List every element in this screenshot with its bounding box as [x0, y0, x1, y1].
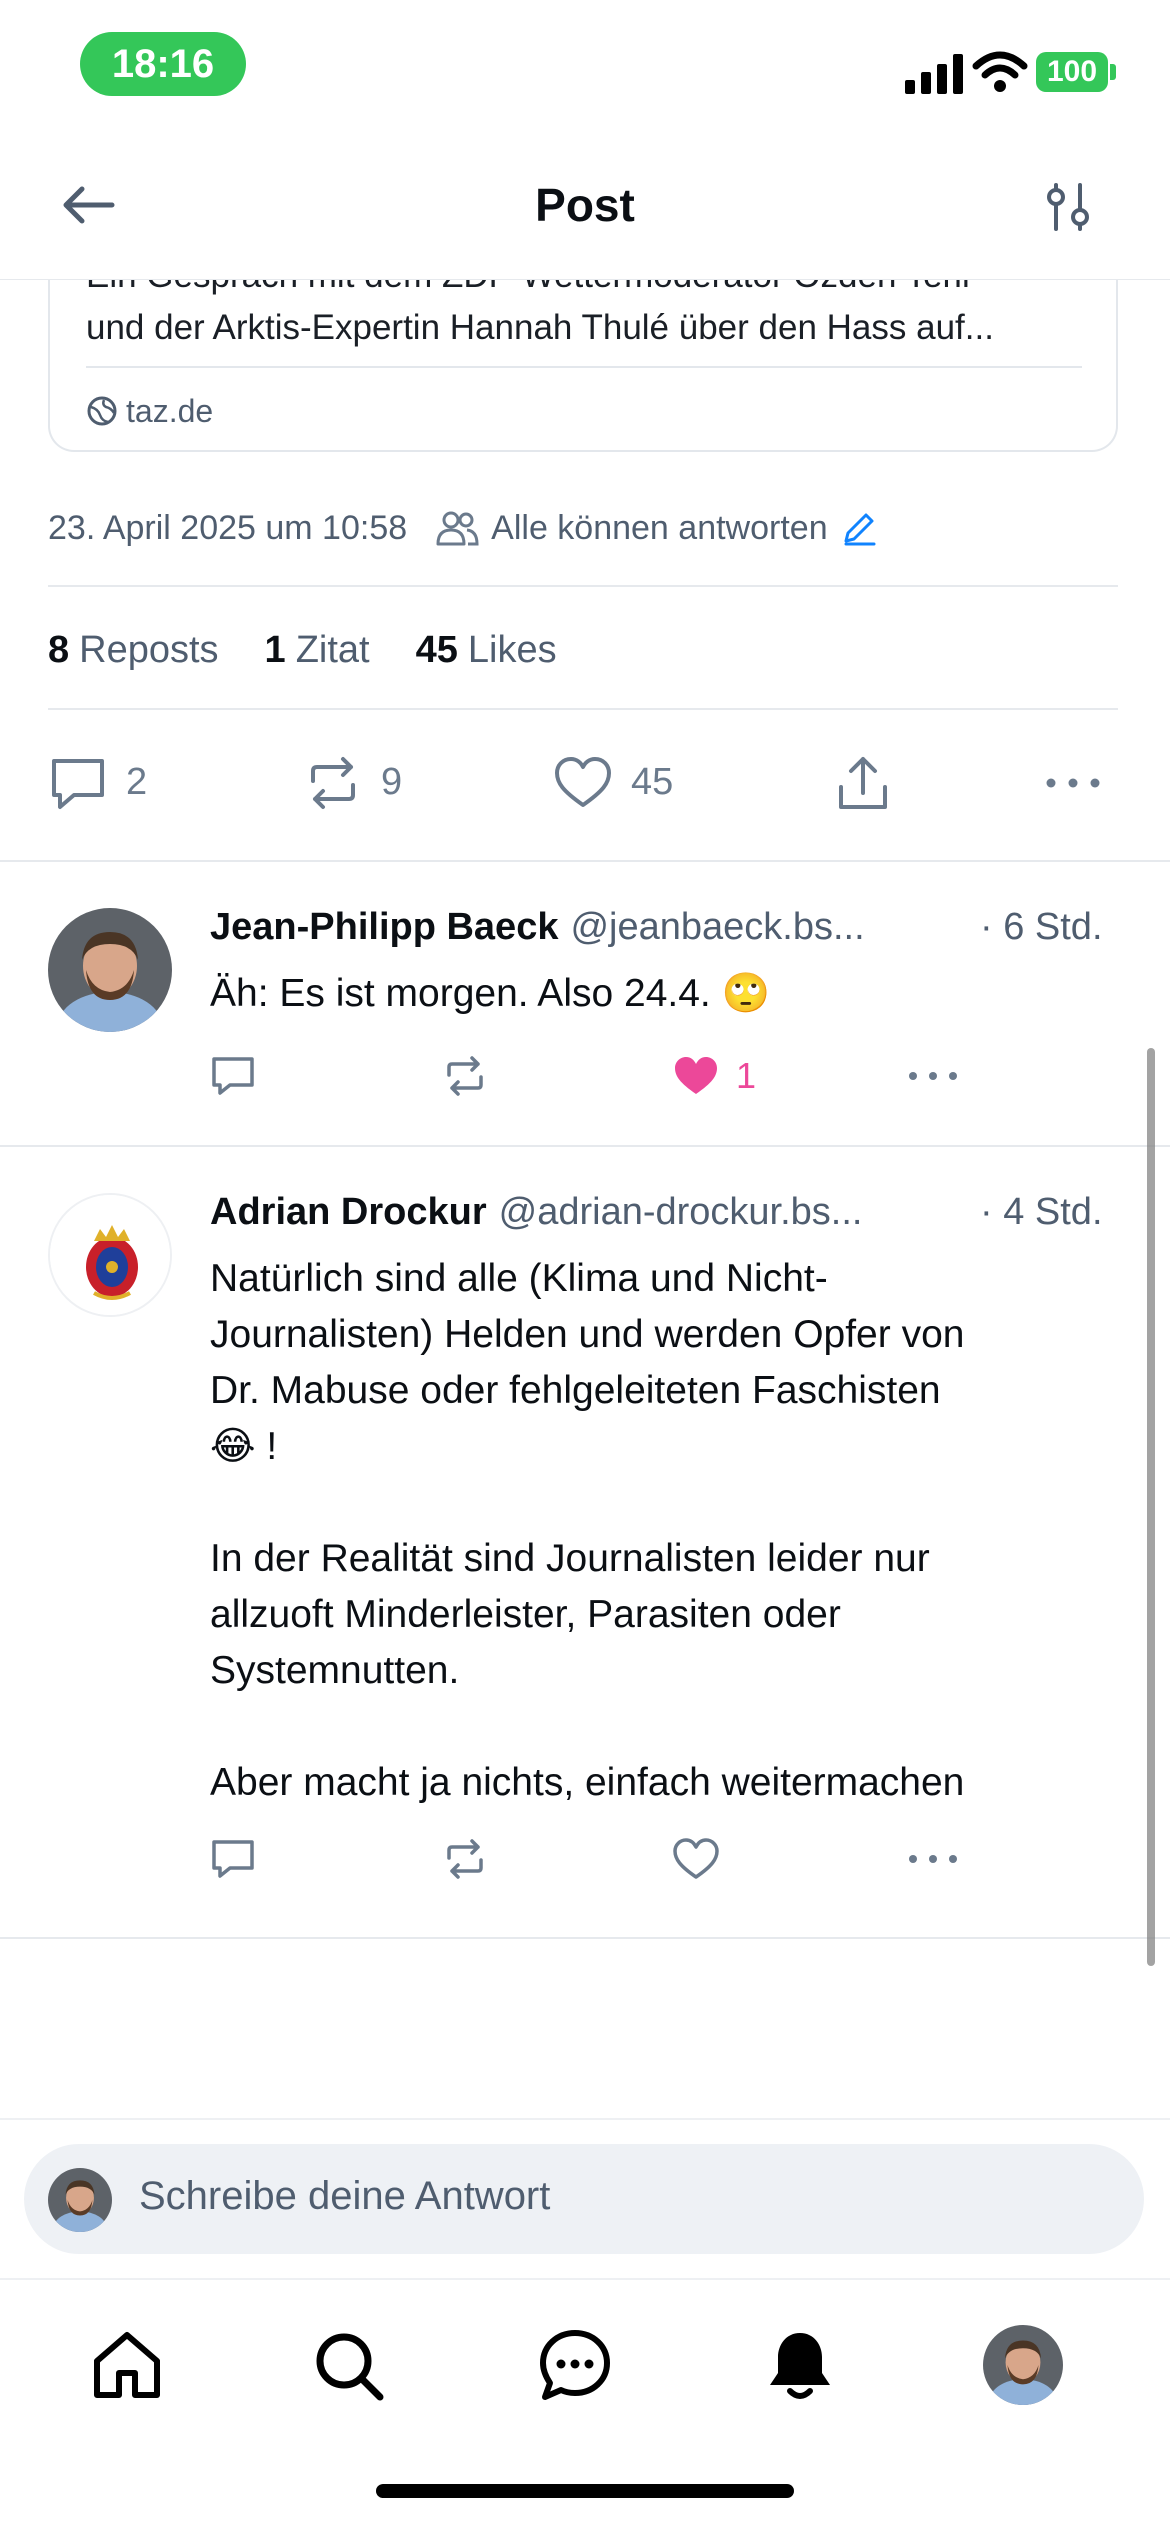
bell-icon — [770, 2333, 830, 2399]
bottom-navigation — [0, 2280, 1170, 2480]
share-icon — [839, 756, 887, 809]
repost-icon — [447, 1839, 483, 1879]
section-divider — [0, 1937, 1170, 1939]
nav-profile[interactable] — [978, 2320, 1068, 2410]
nav-messages[interactable] — [530, 2320, 620, 2410]
engagement-stats: 8 Reposts 1 Zitat 45 Likes — [48, 620, 603, 680]
avatar[interactable] — [48, 1193, 172, 1317]
reply-text: Äh: Es ist morgen. Also 24.4. 🙄 — [210, 972, 771, 1015]
repost-icon — [447, 1056, 483, 1096]
reply-button[interactable]: 2 — [48, 745, 147, 820]
share-button[interactable] — [835, 745, 891, 820]
like-button[interactable] — [672, 1829, 720, 1889]
more-dots-icon — [909, 1855, 957, 1863]
people-icon — [435, 508, 479, 548]
more-dots-icon — [1046, 778, 1100, 787]
like-button[interactable]: 45 — [553, 745, 673, 820]
reply-header: Adrian Drockur @adrian-drockur.bs... — [210, 1191, 862, 1234]
divider — [48, 585, 1118, 587]
repost-button[interactable] — [442, 1829, 488, 1889]
reposts-count: 8 — [48, 628, 70, 671]
heart-icon — [673, 1838, 719, 1879]
status-time: 18:16 — [80, 32, 246, 96]
author-handle[interactable]: @jeanbaeck.bs... — [570, 906, 864, 949]
top-header: Post — [0, 130, 1170, 280]
link-description-line2: und der Arktis-Expertin Hannah Thulé übe… — [86, 308, 994, 347]
avatar[interactable] — [48, 908, 172, 1032]
repost-icon — [311, 756, 355, 809]
battery-indicator: 100 — [1036, 52, 1108, 92]
comment-icon — [52, 758, 104, 809]
divider — [48, 708, 1118, 710]
more-options-button[interactable] — [906, 1046, 960, 1106]
reply-item[interactable]: Adrian Drockur @adrian-drockur.bs... · 4… — [0, 1147, 1170, 1937]
reply-input-placeholder[interactable]: Schreibe deine Antwort — [139, 2174, 550, 2219]
quotes-count: 1 — [264, 628, 286, 671]
repost-button[interactable]: 9 — [303, 745, 402, 820]
more-dots-icon — [909, 1072, 957, 1080]
nav-notifications[interactable] — [755, 2320, 845, 2410]
quotes-stat[interactable]: 1 Zitat — [265, 629, 370, 672]
like-count: 45 — [631, 761, 674, 803]
reply-text: Natürlich sind alle (Klima und Nicht- Jo… — [210, 1257, 965, 1804]
my-avatar — [48, 2168, 112, 2232]
chat-bubble-icon — [540, 2330, 610, 2400]
likes-label: Likes — [467, 628, 557, 671]
like-button[interactable]: 1 — [672, 1046, 756, 1106]
author-handle[interactable]: @adrian-drockur.bs... — [499, 1191, 863, 1234]
reply-item[interactable]: Jean-Philipp Baeck @jeanbaeck.bs... · 6 … — [0, 862, 1170, 1144]
search-icon — [316, 2333, 384, 2401]
likes-count: 45 — [415, 628, 458, 671]
reply-like-count: 1 — [736, 1055, 757, 1096]
likes-stat[interactable]: 45 Likes — [416, 629, 557, 672]
quotes-label: Zitat — [295, 628, 370, 671]
reply-count: 2 — [126, 761, 148, 803]
reply-composer[interactable]: Schreibe deine Antwort — [24, 2144, 1144, 2254]
reply-time: · 6 Std. — [980, 906, 1103, 948]
author-name[interactable]: Adrian Drockur — [210, 1191, 487, 1234]
reply-time: · 4 Std. — [980, 1191, 1103, 1233]
reply-setting-link[interactable]: Alle können antworten — [491, 509, 827, 548]
scrollbar[interactable] — [1147, 1048, 1155, 1966]
more-options-button[interactable] — [1043, 745, 1103, 820]
battery-tip — [1110, 64, 1116, 80]
reply-button[interactable] — [210, 1046, 256, 1106]
heart-icon — [555, 756, 611, 807]
nav-search[interactable] — [303, 2320, 393, 2410]
reposts-stat[interactable]: 8 Reposts — [48, 629, 219, 672]
globe-icon — [87, 396, 117, 426]
post-meta: 23. April 2025 um 10:58 Alle können antw… — [48, 500, 878, 556]
repost-count: 9 — [381, 761, 403, 803]
reposts-label: Reposts — [79, 628, 219, 671]
cellular-signal-icon — [905, 52, 963, 94]
more-options-button[interactable] — [906, 1829, 960, 1889]
page-title: Post — [535, 179, 635, 231]
repost-button[interactable] — [442, 1046, 488, 1106]
divider — [0, 2118, 1170, 2120]
link-domain: taz.de — [86, 386, 213, 436]
reply-button[interactable] — [210, 1829, 256, 1889]
profile-avatar — [983, 2325, 1063, 2405]
comment-icon — [212, 1840, 254, 1878]
pencil-icon[interactable] — [840, 509, 878, 547]
reply-header: Jean-Philipp Baeck @jeanbaeck.bs... — [210, 906, 865, 949]
link-domain-text: taz.de — [126, 392, 214, 429]
nav-home[interactable] — [82, 2320, 172, 2410]
post-date: 23. April 2025 um 10:58 — [48, 508, 408, 547]
heart-filled-icon — [675, 1057, 717, 1094]
comment-icon — [212, 1057, 254, 1095]
post-actions: 2 9 45 — [48, 745, 1118, 820]
reply-actions: 1 — [210, 1046, 1010, 1106]
link-divider — [86, 366, 1082, 368]
thread-settings-button[interactable] — [1036, 175, 1100, 239]
status-bar: 18:16 100 — [0, 0, 1170, 130]
sliders-icon — [1047, 183, 1089, 231]
author-name[interactable]: Jean-Philipp Baeck — [210, 906, 558, 949]
reply-actions — [210, 1829, 1010, 1889]
home-icon — [94, 2332, 160, 2398]
wifi-icon — [972, 50, 1028, 94]
home-indicator[interactable] — [376, 2484, 794, 2498]
